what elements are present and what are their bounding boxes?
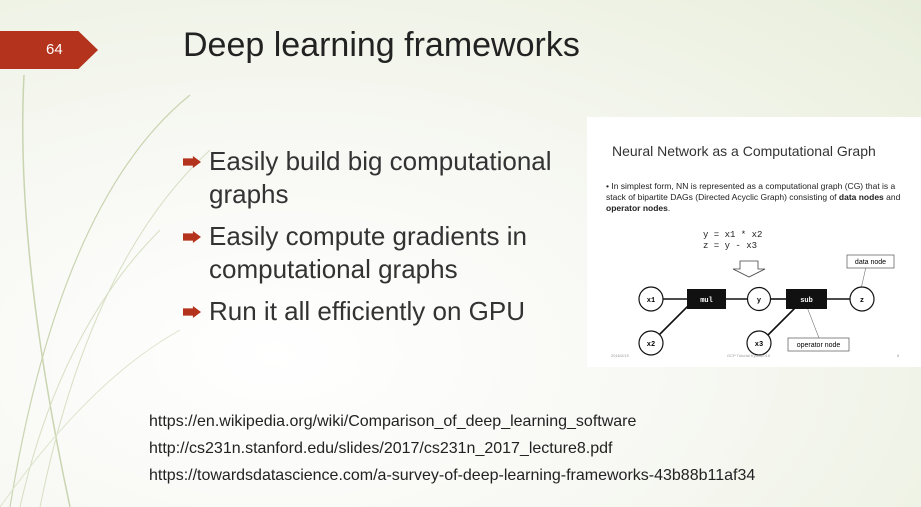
callout-line-data — [860, 266, 867, 290]
down-arrow-icon — [732, 260, 766, 278]
figure-footer-left: 2016/2/19 — [611, 353, 630, 358]
operator-node-callout-label: operator node — [797, 342, 841, 349]
slide-number-badge: 64 — [0, 31, 98, 69]
edge-x2-mul — [658, 304, 690, 336]
figure-footer-right: 8 — [897, 353, 900, 358]
graph-diagram: mul sub x1 x2 y x3 z data node operator … — [611, 254, 900, 358]
bullet-item: Run it all efficiently on GPU — [183, 295, 593, 328]
mul-label: mul — [700, 297, 713, 305]
sub-label: sub — [800, 297, 813, 305]
bullet-item: Easily compute gradients in computationa… — [183, 220, 593, 286]
slide-title: Deep learning frameworks — [183, 26, 580, 64]
reference-link[interactable]: https://en.wikipedia.org/wiki/Comparison… — [149, 408, 755, 435]
bullet-list: Easily build big computational graphs Ea… — [183, 145, 593, 337]
arrow-bullet-icon — [183, 156, 201, 168]
x3-label: x3 — [755, 341, 763, 349]
z-label: z — [860, 297, 864, 305]
computational-graph-figure: Neural Network as a Computational Graph … — [587, 117, 921, 367]
reference-links: https://en.wikipedia.org/wiki/Comparison… — [149, 408, 755, 489]
x1-label: x1 — [647, 297, 655, 305]
bullet-text: Run it all efficiently on GPU — [209, 296, 525, 326]
slide-number: 64 — [46, 41, 63, 58]
reference-link[interactable]: https://towardsdatascience.com/a-survey-… — [149, 462, 755, 489]
reference-link[interactable]: http://cs231n.stanford.edu/slides/2017/c… — [149, 435, 755, 462]
figure-footer-mid: GCP Tutorial Kyoto2016 — [727, 353, 771, 358]
bullet-text: Easily build big computational graphs — [209, 146, 552, 209]
bullet-text: Easily compute gradients in computationa… — [209, 221, 527, 284]
callout-line-operator — [806, 306, 820, 339]
edge-x3-sub — [767, 305, 798, 336]
x2-label: x2 — [647, 341, 655, 349]
bullet-item: Easily build big computational graphs — [183, 145, 593, 211]
data-node-callout-label: data node — [855, 259, 886, 266]
arrow-bullet-icon — [183, 231, 201, 243]
arrow-bullet-icon — [183, 306, 201, 318]
